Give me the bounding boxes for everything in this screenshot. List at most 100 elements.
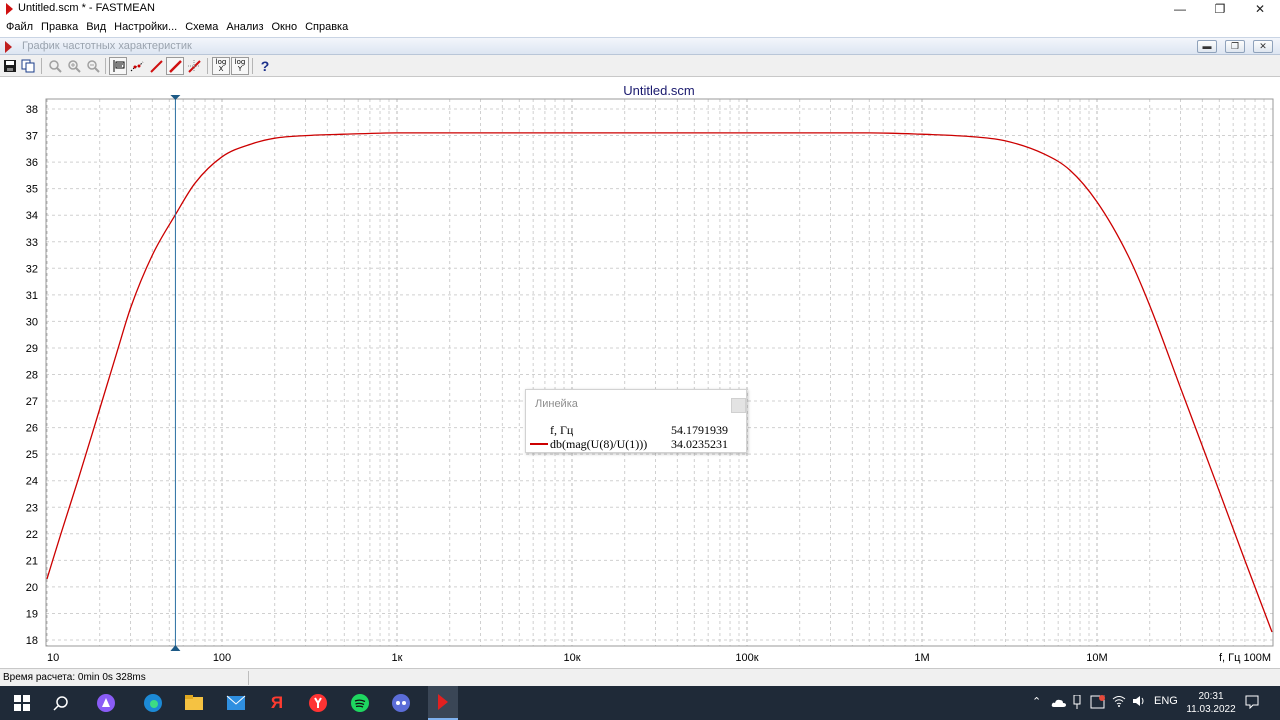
- series-line: [46, 132, 1273, 633]
- child-minimize-button[interactable]: ▬: [1197, 40, 1217, 53]
- line-button[interactable]: [147, 57, 165, 75]
- ruler-key: db(mag(U(8)/U(1))): [550, 437, 648, 451]
- x-tick-label: 1к: [392, 652, 403, 664]
- series-legend-swatch: [530, 443, 548, 445]
- ruler-close-button[interactable]: [731, 398, 746, 413]
- zoom-in-button[interactable]: [65, 57, 83, 75]
- taskbar-yandex-browser[interactable]: [306, 691, 330, 715]
- taskbar-alice[interactable]: [94, 691, 118, 715]
- taskbar-mail[interactable]: [224, 691, 248, 715]
- taskbar-edge[interactable]: [141, 691, 165, 715]
- cursor[interactable]: [170, 95, 181, 651]
- y-tick-label: 23: [26, 502, 38, 514]
- menu-schematic[interactable]: Схема: [181, 21, 222, 33]
- taskbar-app[interactable]: [389, 691, 413, 715]
- copy-button[interactable]: [19, 57, 37, 75]
- menu-window[interactable]: Окно: [268, 21, 302, 33]
- y-tick-label: 26: [26, 423, 38, 435]
- menu-view[interactable]: Вид: [82, 21, 110, 33]
- notifications-icon[interactable]: [1245, 695, 1259, 709]
- x-tick-label: 10M: [1086, 652, 1107, 664]
- ruler-value: 34.0235231: [671, 437, 728, 451]
- thick-line-icon: [169, 60, 182, 73]
- close-button[interactable]: ✕: [1240, 0, 1280, 18]
- clock-date: 11.03.2022: [1186, 704, 1236, 715]
- y-tick-label: 19: [26, 608, 38, 620]
- x-tick-label: f, Гц 100M: [1219, 652, 1271, 664]
- zoom-out-icon: [87, 60, 100, 73]
- menu-settings[interactable]: Настройки...: [110, 21, 181, 33]
- usb-icon[interactable]: [1073, 695, 1081, 709]
- help-button[interactable]: ?: [256, 57, 274, 75]
- y-tick-label: 21: [26, 555, 38, 567]
- toolbar-separator: [207, 58, 208, 74]
- notification-app-icon[interactable]: [1090, 695, 1106, 709]
- dotted-line-icon: [130, 61, 144, 72]
- folder-icon: [185, 695, 203, 710]
- y-tick-label: 32: [26, 263, 38, 275]
- child-window-caption: График частотных характеристик ▬ ❐ ✕: [0, 37, 1280, 55]
- grid-line-button[interactable]: [185, 57, 203, 75]
- cloud-icon[interactable]: [1051, 698, 1067, 708]
- taskbar-explorer[interactable]: [182, 691, 206, 715]
- taskbar: Я ⌃ ENG 20:31 11.03.2022: [0, 686, 1280, 720]
- log-x-icon: log X: [215, 58, 227, 73]
- log-y-button[interactable]: log Y: [231, 57, 249, 75]
- volume-icon[interactable]: [1132, 695, 1146, 707]
- restore-icon: ❐: [1230, 41, 1240, 51]
- y-tick-label: 33: [26, 237, 38, 249]
- child-close-button[interactable]: ✕: [1253, 40, 1273, 53]
- language-indicator[interactable]: ENG: [1154, 695, 1178, 707]
- start-button[interactable]: [10, 691, 34, 715]
- taskbar-yandex[interactable]: Я: [265, 691, 289, 715]
- close-icon: ✕: [1254, 2, 1266, 16]
- menu-edit[interactable]: Правка: [37, 21, 82, 33]
- line-icon: [150, 60, 163, 73]
- y-tick-label: 20: [26, 582, 38, 594]
- mail-icon: [226, 695, 246, 710]
- toolbar-separator: [41, 58, 42, 74]
- edge-icon: [144, 694, 162, 712]
- zoom-button[interactable]: [46, 57, 64, 75]
- save-icon: [4, 60, 16, 72]
- x-tick-label: 10к: [563, 652, 580, 664]
- x-tick-label: 100: [213, 652, 231, 664]
- y-tick-label: 37: [26, 131, 38, 143]
- x-tick-label: 10: [47, 652, 59, 664]
- x-tick-label: 1M: [914, 652, 929, 664]
- plot-svg: Untitled.scm 18 19 20 21 22 23 24 25 26 27 28 29 30 3…: [26, 83, 1274, 664]
- ruler-toggle-button[interactable]: [109, 57, 127, 75]
- toolbar: log X log Y ?: [0, 55, 1280, 77]
- maximize-button[interactable]: ❐: [1200, 0, 1240, 18]
- y-tick-label: 28: [26, 370, 38, 382]
- help-icon: ?: [260, 58, 270, 74]
- y-tick-label: 35: [26, 184, 38, 196]
- zoom-out-button[interactable]: [84, 57, 102, 75]
- ruler-title: Линейка: [535, 398, 578, 410]
- toolbar-separator: [105, 58, 106, 74]
- y-tick-label: 29: [26, 343, 38, 355]
- menu-help[interactable]: Справка: [301, 21, 352, 33]
- child-restore-button[interactable]: ❐: [1225, 40, 1245, 53]
- points-button[interactable]: [128, 57, 146, 75]
- search-button[interactable]: [49, 691, 73, 715]
- log-x-button[interactable]: log X: [212, 57, 230, 75]
- y-tick-label: 18: [26, 635, 38, 647]
- ruler-value: 54.1791939: [671, 423, 728, 437]
- y-tick-label: 34: [26, 210, 38, 222]
- taskbar-spotify[interactable]: [348, 691, 372, 715]
- zoom-in-icon: [68, 60, 81, 73]
- menu-file[interactable]: Файл: [2, 21, 37, 33]
- wifi-icon[interactable]: [1112, 695, 1126, 707]
- clock-time: 20:31: [1198, 691, 1224, 702]
- ruler-panel[interactable]: Линейка f, Гц 54.1791939 db(mag(U(8)/U(1…: [525, 389, 747, 453]
- minimize-icon: —: [1174, 2, 1186, 16]
- save-button[interactable]: [1, 57, 19, 75]
- tray-chevron-icon[interactable]: ⌃: [1032, 695, 1041, 708]
- thick-line-button[interactable]: [166, 57, 184, 75]
- clock[interactable]: 20:31 11.03.2022: [1180, 690, 1242, 716]
- menu-analysis[interactable]: Анализ: [222, 21, 267, 33]
- frequency-response-plot[interactable]: Untitled.scm 18 19 20 21 22 23 24 25 26 27 28 29 30 3…: [0, 78, 1280, 666]
- minimize-button[interactable]: —: [1160, 0, 1200, 18]
- taskbar-fastmean[interactable]: [428, 686, 458, 720]
